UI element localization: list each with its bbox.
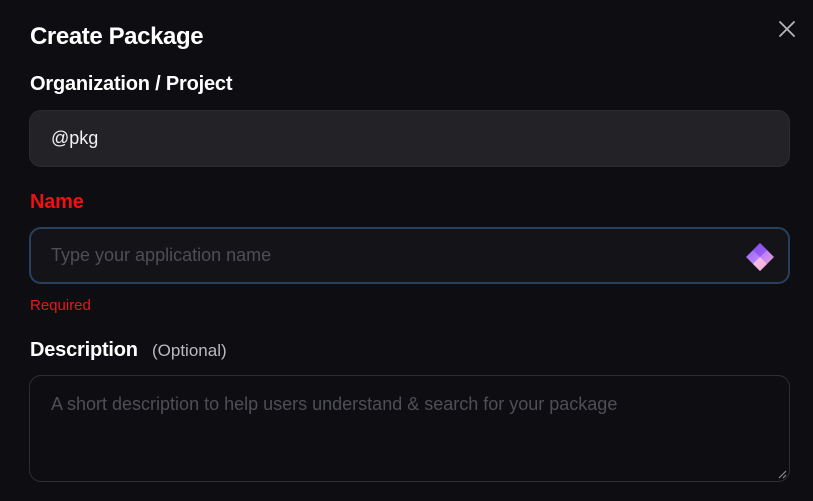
close-icon[interactable] bbox=[777, 19, 797, 39]
org-project-value: @pkg bbox=[51, 128, 99, 148]
description-placeholder: A short description to help users unders… bbox=[51, 394, 618, 414]
description-label: Description bbox=[30, 339, 138, 361]
create-package-dialog: Create Package Organization / Project @p… bbox=[0, 0, 813, 501]
name-label: Name bbox=[30, 191, 84, 213]
dialog-title: Create Package bbox=[30, 23, 204, 50]
org-project-field[interactable]: @pkg bbox=[29, 110, 790, 167]
resize-handle-icon[interactable] bbox=[777, 469, 787, 479]
optional-note: (Optional) bbox=[152, 341, 227, 360]
ai-generate-icon[interactable] bbox=[744, 241, 776, 273]
name-placeholder: Type your application name bbox=[51, 245, 272, 265]
name-input[interactable]: Type your application name bbox=[29, 227, 790, 284]
description-textarea[interactable]: A short description to help users unders… bbox=[29, 375, 790, 482]
name-error-message: Required bbox=[30, 297, 91, 314]
org-project-label: Organization / Project bbox=[30, 73, 233, 95]
